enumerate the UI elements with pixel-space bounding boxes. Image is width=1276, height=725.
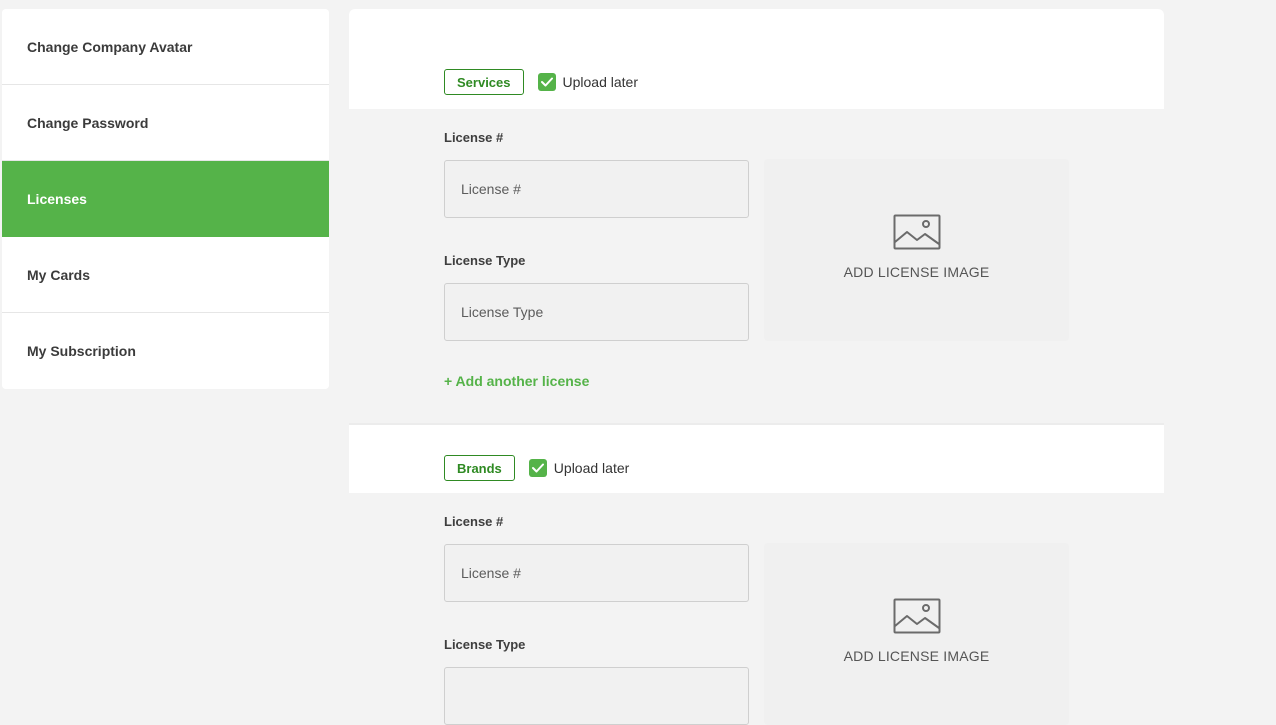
license-number-label: License # — [444, 130, 504, 145]
upload-later-label: Upload later — [553, 460, 630, 476]
brands-section-header: Brands Upload later — [349, 423, 1164, 493]
add-license-image-label: ADD LICENSE IMAGE — [843, 264, 990, 280]
license-type-input[interactable] — [444, 283, 749, 341]
upload-later-checkbox[interactable] — [528, 459, 547, 477]
license-type-label: License Type — [444, 253, 526, 268]
services-section-body: License # License Type ADD LICENSE IMAGE… — [349, 109, 1164, 423]
add-license-image-label: ADD LICENSE IMAGE — [843, 648, 990, 664]
sidebar-item-change-password[interactable]: Change Password — [2, 85, 329, 161]
brands-tag: Brands — [444, 455, 515, 481]
image-placeholder-icon — [893, 214, 940, 250]
check-icon — [531, 463, 544, 473]
settings-sidebar: Change Company Avatar Change Password Li… — [2, 9, 329, 389]
services-tag: Services — [444, 69, 524, 95]
license-number-input[interactable] — [444, 544, 749, 602]
license-number-input[interactable] — [444, 160, 749, 218]
services-section-header: Services Upload later — [349, 9, 1164, 109]
license-number-label: License # — [444, 514, 504, 529]
sidebar-item-change-company-avatar[interactable]: Change Company Avatar — [2, 9, 329, 85]
brands-section-body: License # License Type ADD LICENSE IMAGE — [349, 493, 1164, 725]
licenses-panel: Services Upload later License # License … — [349, 9, 1164, 725]
upload-later-label: Upload later — [562, 74, 639, 90]
sidebar-item-my-cards[interactable]: My Cards — [2, 237, 329, 313]
add-license-image-button[interactable]: ADD LICENSE IMAGE — [764, 543, 1069, 725]
check-icon — [540, 77, 553, 87]
services-tag-row: Services Upload later — [444, 69, 638, 95]
upload-later-checkbox[interactable] — [537, 73, 556, 91]
sidebar-item-my-subscription[interactable]: My Subscription — [2, 313, 329, 389]
sidebar-item-licenses[interactable]: Licenses — [2, 161, 329, 237]
license-type-label: License Type — [444, 637, 526, 652]
add-license-image-button[interactable]: ADD LICENSE IMAGE — [764, 159, 1069, 341]
brands-tag-row: Brands Upload later — [444, 455, 629, 481]
add-another-license-link[interactable]: + Add another license — [444, 373, 589, 389]
image-placeholder-icon — [893, 598, 940, 634]
license-type-input[interactable] — [444, 667, 749, 725]
